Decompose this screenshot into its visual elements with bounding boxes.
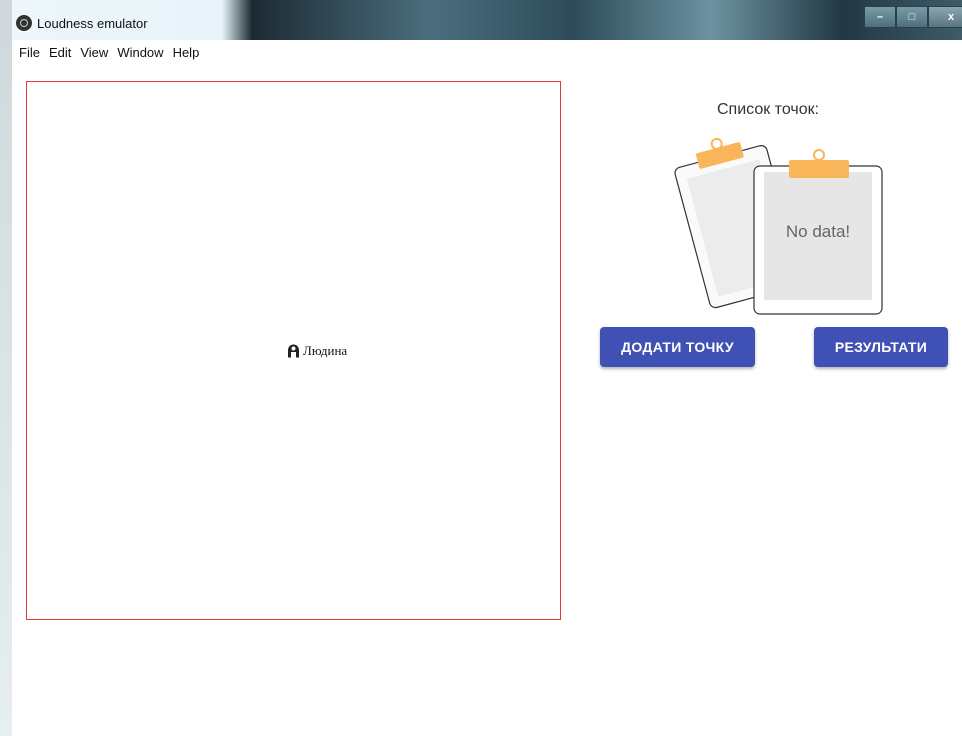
empty-list-text: No data! <box>786 222 850 241</box>
room-canvas[interactable]: Людина <box>26 81 561 620</box>
person-label: Людина <box>303 343 348 358</box>
menu-edit[interactable]: Edit <box>49 45 71 60</box>
app-icon <box>16 15 32 31</box>
empty-clipboard-illustration: No data! <box>674 137 883 315</box>
menu-view[interactable]: View <box>80 45 108 60</box>
window-title: Loudness emulator <box>37 16 148 31</box>
menu-file[interactable]: File <box>19 45 40 60</box>
close-button[interactable]: x <box>928 6 962 28</box>
menu-help[interactable]: Help <box>173 45 200 60</box>
menu-window[interactable]: Window <box>117 45 163 60</box>
person-icon <box>288 344 299 358</box>
app-window: Loudness emulator – □ x File Edit View W… <box>12 0 962 736</box>
window-controls: – □ x <box>864 6 962 28</box>
results-button[interactable]: РЕЗУЛЬТАТИ <box>814 327 948 367</box>
minimize-button[interactable]: – <box>864 6 896 28</box>
points-list-title: Список точок: <box>717 101 820 118</box>
desktop-edge <box>0 0 12 736</box>
maximize-button[interactable]: □ <box>896 6 928 28</box>
person-marker[interactable]: Людина <box>287 343 347 359</box>
menu-bar: File Edit View Window Help <box>12 40 962 64</box>
title-bar[interactable]: Loudness emulator – □ x <box>12 0 962 40</box>
add-point-button[interactable]: ДОДАТИ ТОЧКУ <box>600 327 755 367</box>
